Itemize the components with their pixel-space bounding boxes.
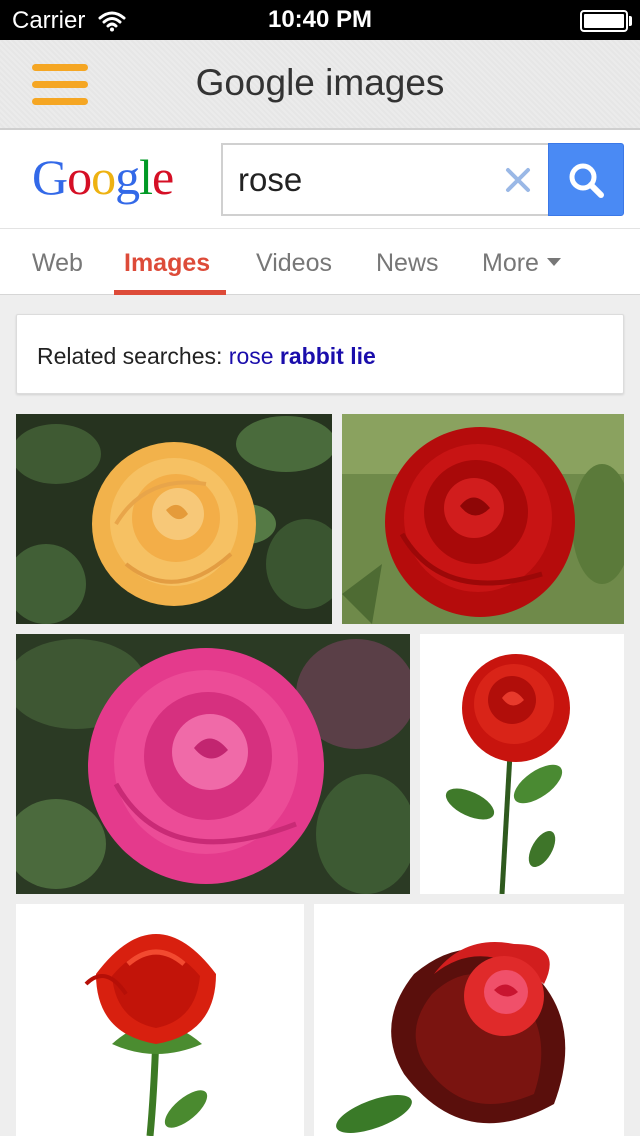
related-link[interactable]: rose rabbit lie (229, 343, 376, 369)
rose-image (16, 414, 332, 624)
search-area: Google (0, 130, 640, 228)
related-term-2: rabbit lie (279, 343, 376, 369)
related-searches: Related searches: rose rabbit lie (37, 343, 376, 370)
search-input[interactable] (221, 143, 549, 216)
search-icon (569, 163, 604, 198)
tab-web[interactable]: Web (32, 249, 83, 278)
logo-letter: g (115, 149, 140, 205)
tab-more[interactable]: More (482, 249, 561, 278)
clock: 10:40 PM (267, 6, 373, 33)
image-result-yellow-rose[interactable] (16, 414, 332, 624)
status-bar: Carrier 10:40 PM (0, 0, 640, 40)
image-result-red-rose-bud[interactable] (16, 904, 304, 1136)
logo-letter: l (139, 149, 153, 205)
app-title: Google images (195, 62, 445, 103)
tab-more-label: More (482, 249, 539, 277)
tab-videos[interactable]: Videos (256, 249, 332, 278)
battery-tip (629, 16, 632, 26)
rose-image (342, 414, 624, 624)
app-header: Google images (0, 40, 640, 130)
logo-letter: o (67, 149, 92, 205)
battery-icon (580, 10, 628, 32)
google-logo[interactable]: Google (32, 148, 174, 206)
rose-image (314, 904, 624, 1136)
tab-news[interactable]: News (376, 249, 439, 278)
image-result-pink-rose[interactable] (16, 634, 410, 894)
image-result-red-rose-stem[interactable] (420, 634, 624, 894)
image-result-red-rose[interactable] (342, 414, 624, 624)
rose-image (16, 904, 304, 1136)
tab-images[interactable]: Images (124, 249, 210, 278)
logo-letter: e (152, 149, 174, 205)
rose-image (16, 634, 410, 894)
caret-down-icon (546, 258, 561, 267)
related-label: Related searches: (37, 343, 229, 369)
active-tab-indicator (114, 290, 226, 295)
logo-letter: G (32, 149, 68, 205)
image-result-dark-red-rose[interactable] (314, 904, 624, 1136)
clear-icon[interactable] (502, 164, 534, 196)
search-button[interactable] (548, 143, 624, 216)
related-searches-card: Related searches: rose rabbit lie (16, 314, 624, 394)
rose-image (420, 634, 624, 894)
logo-letter: o (91, 149, 116, 205)
related-term-1: rose (228, 343, 274, 369)
search-tabs: Web Images Videos News More (0, 228, 640, 295)
